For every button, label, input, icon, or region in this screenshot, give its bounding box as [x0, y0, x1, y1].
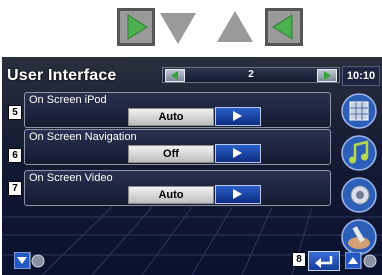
setting-change-button[interactable]	[215, 144, 261, 163]
page-next-button[interactable]	[317, 69, 337, 82]
setting-on-screen-navigation: On Screen Navigation Off	[24, 129, 331, 165]
setting-label: On Screen Navigation	[29, 131, 137, 143]
setting-change-button[interactable]	[215, 107, 261, 126]
right-arrow-icon	[233, 111, 242, 121]
down-triangle-icon	[158, 8, 196, 46]
setting-label: On Screen Video	[29, 172, 113, 184]
music-note-icon	[341, 135, 377, 171]
setting-value: Auto	[128, 108, 214, 126]
volume-down-button[interactable]	[14, 252, 46, 269]
return-arrow-icon	[315, 256, 333, 268]
setting-change-button[interactable]	[215, 185, 261, 204]
right-arrow-icon	[233, 148, 242, 158]
side-button-audio[interactable]	[339, 134, 379, 172]
side-button-settings[interactable]	[339, 218, 379, 256]
down-speaker-icon	[14, 252, 45, 269]
setting-value: Off	[128, 145, 214, 163]
setting-value: Auto	[128, 186, 214, 204]
callout-6: 6	[8, 148, 22, 163]
return-button[interactable]	[308, 251, 340, 271]
callout-7: 7	[8, 181, 22, 196]
right-arrow-icon	[233, 189, 242, 199]
green-left-arrow-icon	[265, 8, 303, 46]
up-speaker-icon	[345, 252, 377, 269]
green-right-arrow-icon	[117, 8, 155, 46]
page-selector: 2	[162, 67, 340, 83]
display-grid-icon	[341, 93, 377, 129]
callout-5: 5	[8, 105, 22, 120]
grid-background	[2, 57, 382, 275]
volume-up-button[interactable]	[345, 252, 379, 269]
clock: 10:10	[342, 66, 380, 86]
setting-label: On Screen iPod	[29, 94, 107, 106]
setting-on-screen-ipod: On Screen iPod Auto	[24, 92, 331, 128]
side-button-display[interactable]	[339, 92, 379, 130]
up-triangle-icon	[215, 8, 253, 46]
screen: User Interface 2 10:10 5 On Screen iPod …	[2, 57, 382, 275]
callout-8: 8	[292, 252, 306, 267]
page-title: User Interface	[7, 67, 117, 84]
page-number: 2	[248, 69, 254, 80]
tools-icon	[341, 219, 377, 255]
right-arrow-icon	[324, 71, 331, 80]
side-button-speaker[interactable]	[339, 176, 379, 214]
speaker-icon	[341, 177, 377, 213]
setting-on-screen-video: On Screen Video Auto	[24, 170, 331, 206]
